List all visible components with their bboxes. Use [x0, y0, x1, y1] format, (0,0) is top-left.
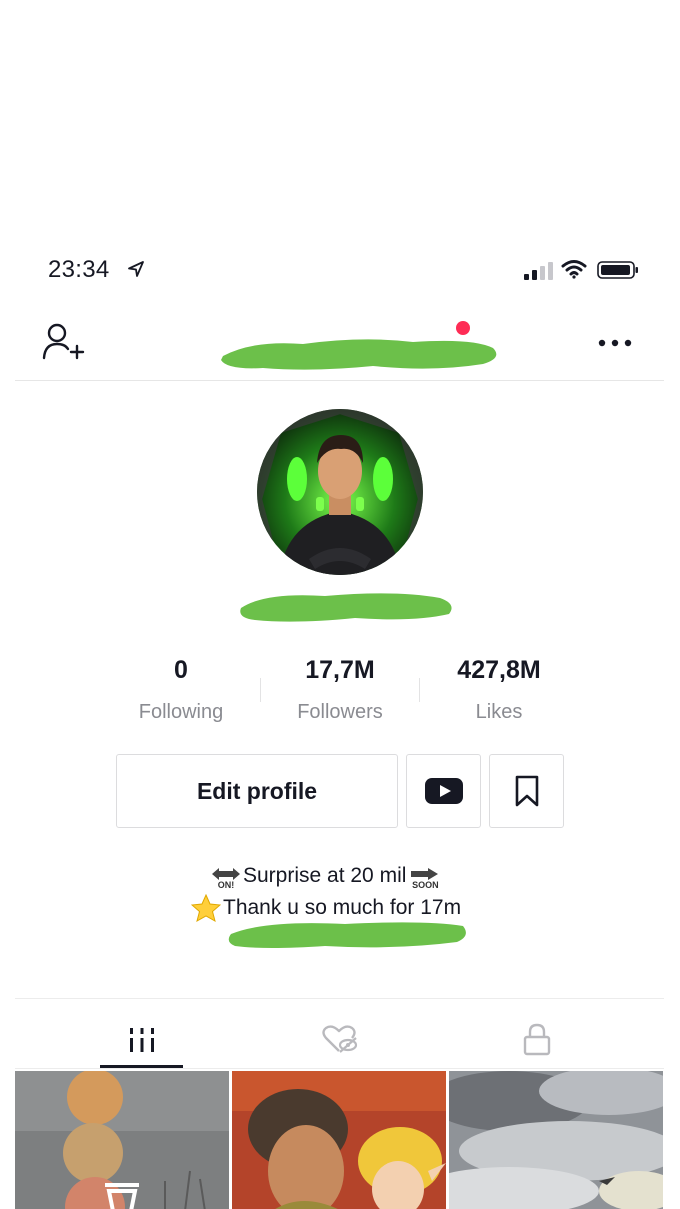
tabs-divider — [15, 1068, 664, 1069]
stat-following-label: Following — [138, 701, 224, 723]
tab-liked[interactable] — [232, 1010, 448, 1068]
video-thumbnail[interactable] — [15, 1071, 229, 1209]
on-tag: ON! — [211, 867, 241, 890]
edit-profile-button[interactable]: Edit profile — [116, 754, 398, 828]
bio-text-1: Surprise at 20 mil — [243, 864, 407, 887]
stat-following-value: 0 — [174, 656, 188, 684]
star-emoji-icon — [191, 894, 221, 922]
video-thumbnail[interactable] — [449, 1071, 663, 1209]
display-name-redaction — [240, 593, 452, 622]
notification-dot — [456, 321, 470, 335]
lock-icon — [523, 1023, 551, 1056]
stat-followers[interactable]: 17,7M Followers — [260, 656, 420, 724]
bookmark-icon — [515, 775, 538, 807]
favorites-button[interactable] — [489, 754, 564, 828]
stat-likes[interactable]: 427,8M Likes — [419, 656, 579, 724]
avatar[interactable] — [257, 409, 423, 575]
bio-line-1: ON! Surprise at 20 mil SOON — [211, 864, 440, 890]
tab-private[interactable] — [429, 1010, 645, 1068]
stat-followers-value: 17,7M — [305, 656, 375, 684]
tabs-divider — [15, 998, 664, 999]
cellular-signal-icon — [524, 262, 553, 280]
on-tag-text: ON! — [217, 880, 235, 890]
soon-tag-text: SOON — [412, 880, 439, 890]
right-arrow-icon — [411, 868, 439, 880]
youtube-button[interactable] — [406, 754, 481, 828]
wifi-icon — [561, 260, 587, 279]
battery-icon — [597, 261, 638, 279]
top-blank-area — [0, 0, 680, 230]
stat-following[interactable]: 0 Following — [101, 656, 261, 724]
stat-likes-label: Likes — [475, 701, 523, 723]
add-user-icon[interactable] — [41, 322, 85, 362]
stat-followers-label: Followers — [297, 701, 383, 723]
left-right-arrow-icon — [212, 868, 240, 880]
profile-screen: 23:34 0 Following 17,7M Followers 427,8M… — [15, 230, 664, 1209]
youtube-icon — [424, 778, 463, 804]
soon-tag: SOON — [410, 867, 440, 890]
stat-likes-value: 427,8M — [457, 656, 541, 684]
status-time: 23:34 — [48, 256, 110, 283]
tab-videos[interactable] — [34, 1010, 250, 1068]
nav-divider — [15, 380, 664, 381]
location-arrow-icon — [128, 261, 144, 277]
bio-redaction — [228, 922, 466, 948]
videos-grid-icon — [130, 1028, 154, 1052]
more-dots-icon[interactable] — [593, 330, 637, 354]
liked-hidden-icon — [322, 1025, 358, 1053]
video-thumbnail[interactable] — [232, 1071, 446, 1209]
